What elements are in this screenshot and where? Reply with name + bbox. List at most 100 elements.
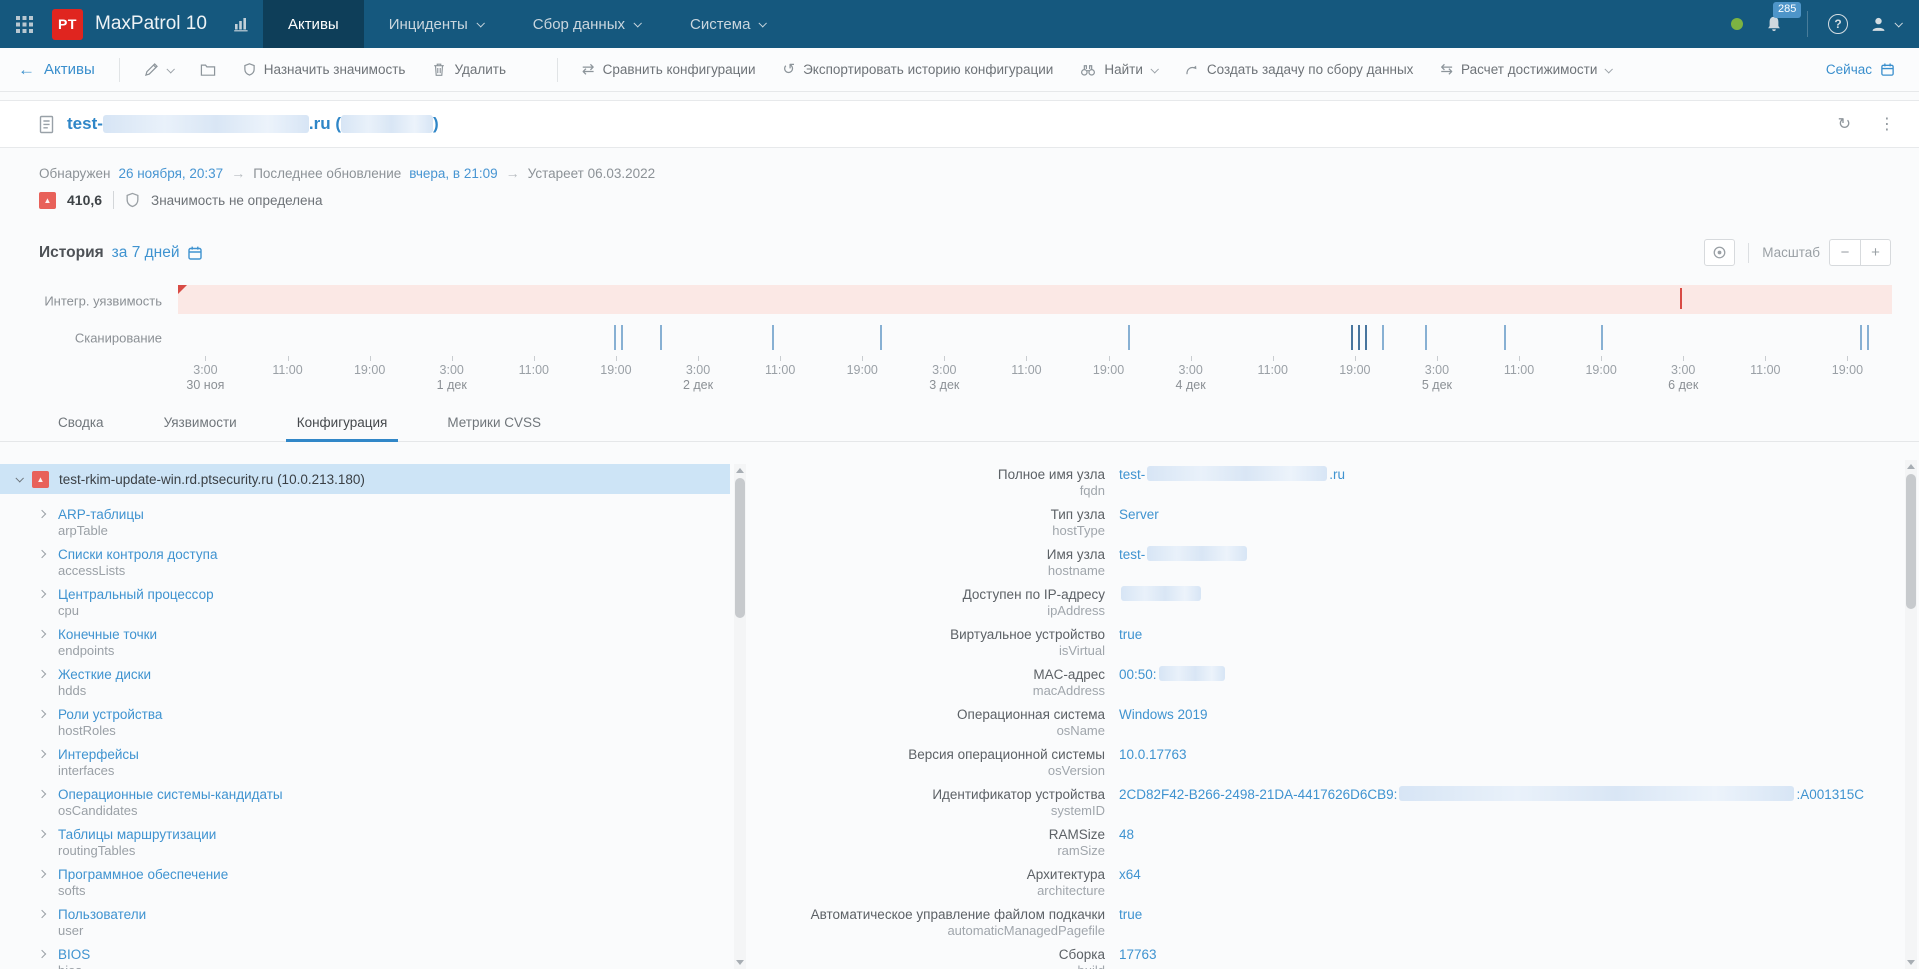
edit-button[interactable] <box>144 62 175 77</box>
dashboard-icon[interactable] <box>233 16 249 32</box>
detail-value-link[interactable]: 2CD82F42-B266-2498-21DA-4417626D6CB9::A0… <box>1119 786 1864 803</box>
detail-value-link[interactable]: 10.0.17763 <box>1119 746 1187 763</box>
detail-value-link[interactable]: true <box>1119 626 1142 643</box>
detail-value-link[interactable]: x64 <box>1119 866 1141 883</box>
detail-label-key: osName <box>1056 723 1105 738</box>
zoom-in-button[interactable]: + <box>1860 239 1891 266</box>
updated-label: Последнее обновление <box>253 165 402 181</box>
nav-item-incidents[interactable]: Инциденты <box>364 0 508 48</box>
detail-value-link[interactable]: 00:50: <box>1119 666 1227 683</box>
asset-title-link[interactable]: test- .ru () <box>67 114 439 134</box>
nav-item-data-collection[interactable]: Сбор данных <box>508 0 665 48</box>
back-to-assets-link[interactable]: ← Активы <box>18 61 95 78</box>
discovered-date-link[interactable]: 26 ноября, 20:37 <box>118 166 223 181</box>
detail-label-ru: Сборка <box>1058 947 1105 962</box>
scroll-down-icon[interactable] <box>1907 960 1915 965</box>
detail-label: Виртуальное устройство isVirtual <box>750 626 1105 659</box>
tree-root-node[interactable]: ▲ test-rkim-update-win.rd.ptsecurity.ru … <box>0 464 730 494</box>
export-config-history-button[interactable]: ↺ Экспортировать историю конфигурации <box>783 62 1054 77</box>
detail-row-macAddress: MAC-адрес macAddress 00:50: <box>750 666 1919 706</box>
time-axis: 3:00 30 ноя 11:00 19:00 3:00 1 дек 11:00 19:00 3… <box>178 356 1892 400</box>
detail-value-link[interactable]: Server <box>1119 506 1159 523</box>
updated-date-link[interactable]: вчера, в 21:09 <box>409 166 497 181</box>
detail-value-link[interactable]: 48 <box>1119 826 1134 843</box>
back-arrow-icon: ← <box>18 60 35 79</box>
tree-item-cpu[interactable]: Центральный процессор cpu <box>0 586 750 626</box>
toolbar-button-label: Создать задачу по сбору данных <box>1206 62 1414 77</box>
delete-button[interactable]: Удалить <box>432 62 506 77</box>
detail-value-link[interactable] <box>1119 586 1203 603</box>
vulnerability-band[interactable] <box>178 285 1892 314</box>
help-button[interactable]: ? <box>1828 14 1848 34</box>
kebab-menu-icon[interactable]: ⋮ <box>1879 114 1895 134</box>
tree-item-routingTables[interactable]: Таблицы маршрутизации routingTables <box>0 826 750 866</box>
tree-item-interfaces[interactable]: Интерфейсы interfaces <box>0 746 750 786</box>
redacted-block <box>1147 466 1328 481</box>
tree-item-hdds[interactable]: Жесткие диски hdds <box>0 666 750 706</box>
scroll-up-icon[interactable] <box>1907 464 1915 469</box>
apps-grid-button[interactable] <box>0 0 48 48</box>
notifications-button[interactable]: 285 <box>1765 2 1802 33</box>
history-title: История <box>39 243 104 261</box>
detail-value-link[interactable]: test- .ru <box>1119 466 1345 483</box>
scan-tick <box>1867 325 1869 350</box>
tree-item-endpoints[interactable]: Конечные точки endpoints <box>0 626 750 666</box>
scan-track[interactable] <box>178 319 1892 356</box>
tree-item-arpTable[interactable]: ARP-таблицы arpTable <box>0 506 750 546</box>
reachability-calc-button[interactable]: ⇆ Расчет достижимости <box>1440 61 1614 78</box>
detail-value-link[interactable]: test- <box>1119 546 1249 563</box>
detail-row-ramSize: RAMSize ramSize 48 <box>750 826 1919 866</box>
tree-scrollbar[interactable] <box>734 464 746 969</box>
tree-item-key: arpTable <box>58 523 108 538</box>
assign-significance-button[interactable]: Назначить значимость <box>243 62 405 77</box>
find-button[interactable]: Найти <box>1080 62 1159 77</box>
reach-icon: ⇆ <box>1440 61 1454 78</box>
tab-cvss-metrics[interactable]: Метрики CVSS <box>436 406 552 441</box>
detail-value-text: :A001315C <box>1796 787 1864 802</box>
history-range-link[interactable]: за 7 дней <box>112 244 203 262</box>
detail-value-text: test- <box>1119 467 1146 482</box>
detail-value-link[interactable]: Windows 2019 <box>1119 706 1208 723</box>
chevron-down-icon <box>15 474 24 483</box>
axis-label: 11:00 <box>519 363 549 378</box>
tree-scrollbar-thumb[interactable] <box>735 478 745 618</box>
now-button[interactable]: Сейчас <box>1826 62 1895 77</box>
folder-button[interactable] <box>200 63 216 77</box>
tree-item-softs[interactable]: Программное обеспечение softs <box>0 866 750 906</box>
compare-configs-button[interactable]: ⇄ Сравнить конфигурации <box>582 62 756 77</box>
brand-title: MaxPatrol 10 <box>95 13 207 34</box>
zoom-out-button[interactable]: − <box>1829 239 1860 266</box>
axis-time-label: 19:00 <box>846 363 878 377</box>
tab-summary[interactable]: Сводка <box>47 406 115 441</box>
detail-value-link[interactable]: 17763 <box>1119 946 1157 963</box>
detail-value-text: true <box>1119 907 1143 922</box>
tree-item-bios[interactable]: BIOSbios <box>0 946 750 969</box>
details-scrollbar[interactable] <box>1905 460 1917 969</box>
details-scrollbar-thumb[interactable] <box>1906 474 1916 609</box>
detail-row-osVersion: Версия операционной системы osVersion 10.0… <box>750 746 1919 786</box>
nav-item-system[interactable]: Система <box>665 0 790 48</box>
tree-item-hostRoles[interactable]: Роли устройства hostRoles <box>0 706 750 746</box>
scroll-down-icon[interactable] <box>736 960 744 965</box>
scroll-up-icon[interactable] <box>736 468 744 473</box>
detail-value-text: .ru <box>1329 467 1346 482</box>
tab-vulnerabilities[interactable]: Уязвимости <box>153 406 248 441</box>
axis-time-label: 19:00 <box>1339 363 1371 377</box>
create-collection-task-button[interactable]: Создать задачу по сбору данных <box>1184 62 1414 77</box>
history-section: История за 7 дней Масштаб − + Интегр. уя… <box>0 239 1919 400</box>
redacted-block <box>102 115 309 133</box>
axis-time-label: 3:00 <box>1671 363 1696 377</box>
refresh-icon[interactable]: ↻ <box>1838 114 1851 134</box>
axis-time-label: 3:00 <box>1178 363 1203 377</box>
tree-item-accessLists[interactable]: Списки контроля доступа accessLists <box>0 546 750 586</box>
tab-configuration[interactable]: Конфигурация <box>285 406 399 442</box>
user-menu-button[interactable] <box>1870 16 1903 33</box>
asset-title-prefix: test- <box>67 114 103 133</box>
tree-item-user[interactable]: Пользователи user <box>0 906 750 946</box>
axis-tick-mark <box>944 356 946 361</box>
nav-item-assets[interactable]: Активы <box>262 0 364 48</box>
tree-item-osCandidates[interactable]: Операционные системы-кандидаты osCandidat… <box>0 786 750 826</box>
pt-logo[interactable]: PT <box>52 8 83 40</box>
detail-value-link[interactable]: true <box>1119 906 1142 923</box>
center-marker-button[interactable] <box>1704 239 1736 266</box>
